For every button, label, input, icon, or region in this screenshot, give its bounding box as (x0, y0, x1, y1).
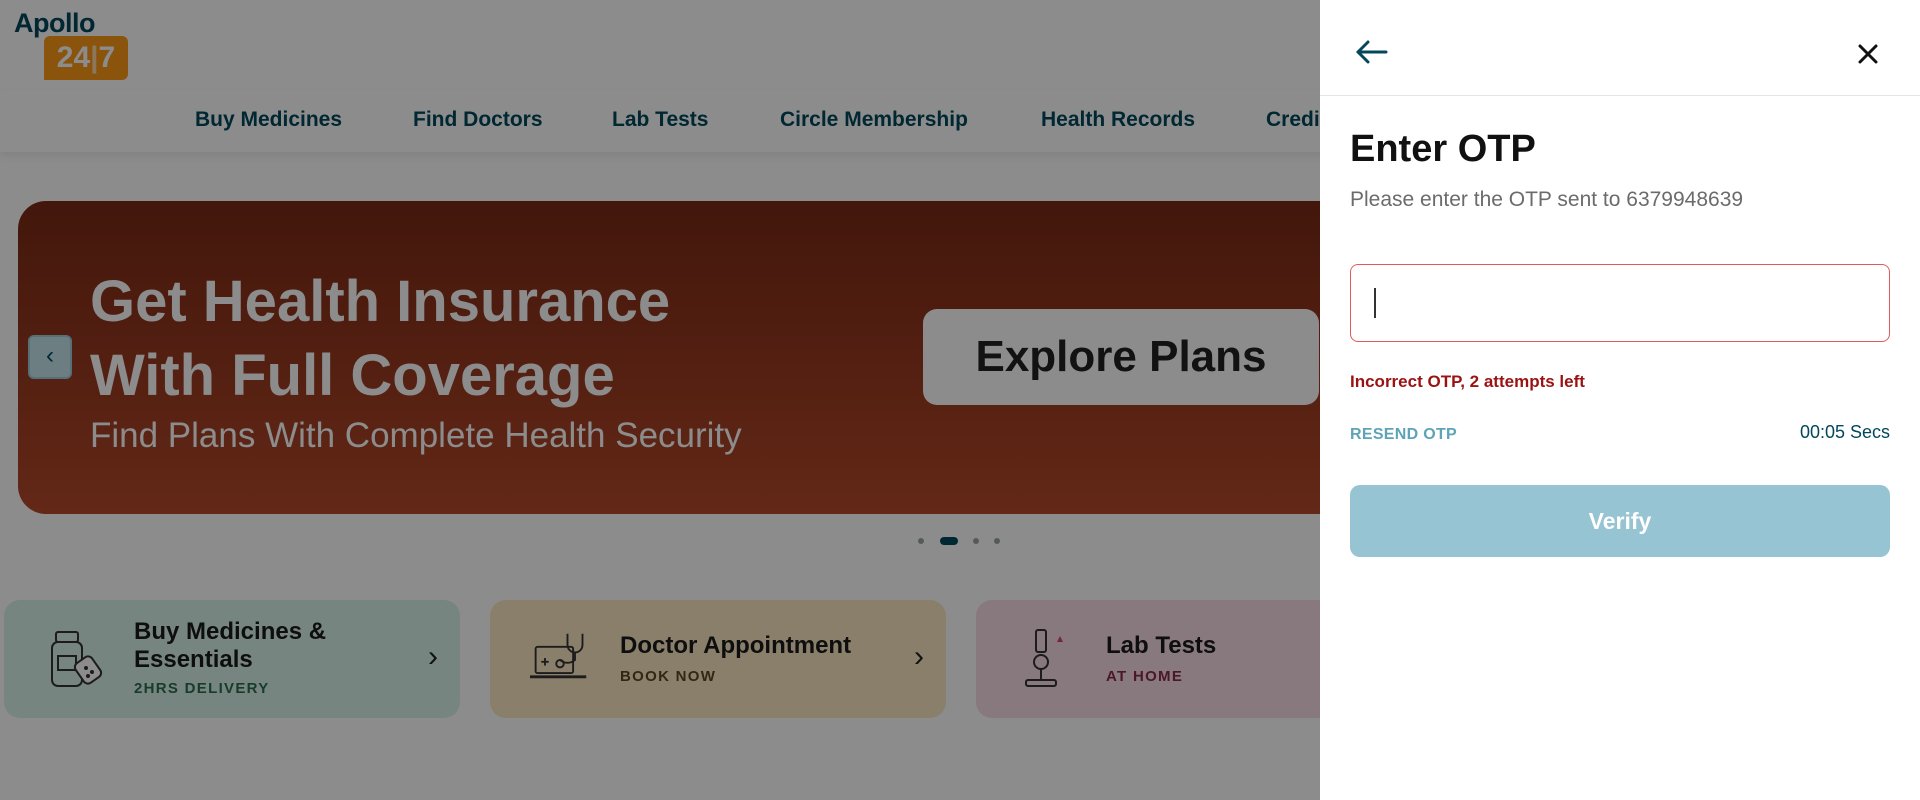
drawer-header (1320, 0, 1920, 96)
text-caret (1374, 288, 1376, 318)
otp-drawer: Enter OTP Please enter the OTP sent to 6… (1320, 0, 1920, 800)
otp-description: Please enter the OTP sent to 6379948639 (1350, 188, 1744, 211)
otp-title: Enter OTP (1350, 128, 1536, 170)
resend-otp-link[interactable]: RESEND OTP (1350, 426, 1457, 444)
otp-error-message: Incorrect OTP, 2 attempts left (1350, 372, 1585, 391)
resend-timer: 00:05 Secs (1799, 422, 1890, 442)
otp-input[interactable] (1350, 264, 1890, 342)
close-icon[interactable] (1854, 40, 1882, 68)
verify-button[interactable]: Verify (1350, 485, 1890, 557)
arrow-left-icon[interactable] (1352, 32, 1392, 72)
